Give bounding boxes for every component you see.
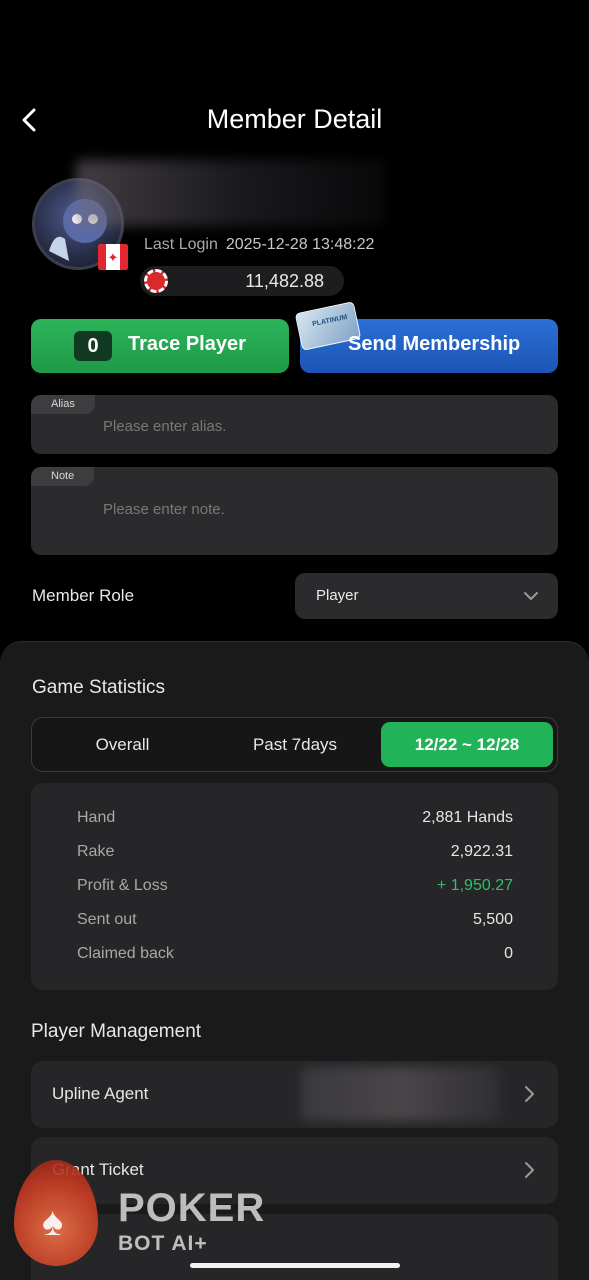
member-role-label: Member Role bbox=[32, 586, 135, 605]
note-input[interactable] bbox=[103, 501, 533, 541]
stat-value: 2,922.31 bbox=[450, 843, 513, 860]
member-role-row: Member Role Player bbox=[31, 573, 558, 619]
member-role-value: Player bbox=[316, 587, 359, 604]
stat-value: 2,881 Hands bbox=[422, 809, 513, 826]
alias-field: Alias bbox=[31, 395, 558, 454]
stat-row-claimed-back: Claimed back 0 bbox=[77, 945, 513, 967]
tab-date-range[interactable]: 12/22 ~ 12/28 bbox=[381, 722, 553, 767]
poker-chip-icon bbox=[144, 269, 168, 293]
trace-player-button[interactable]: 0 Trace Player bbox=[31, 319, 289, 373]
chevron-right-icon bbox=[525, 1162, 534, 1178]
stat-value: 5,500 bbox=[472, 911, 513, 928]
trace-player-label: Trace Player bbox=[128, 333, 246, 355]
send-membership-button[interactable]: Send Membership bbox=[294, 301, 558, 373]
note-field: Note bbox=[31, 467, 558, 555]
stat-label: Sent out bbox=[77, 911, 137, 928]
home-indicator[interactable] bbox=[190, 1263, 400, 1268]
upline-agent-item[interactable]: Upline Agent bbox=[31, 1061, 558, 1128]
trace-count-badge: 0 bbox=[74, 331, 112, 361]
profile-section: ✦ Last Login 2025-12-28 13:48:22 11,482.8… bbox=[0, 160, 589, 300]
page-title: Member Detail bbox=[206, 104, 383, 134]
last-login-value: 2025-12-28 13:48:22 bbox=[225, 236, 375, 253]
stat-row-rake: Rake 2,922.31 bbox=[77, 843, 513, 865]
game-statistics-title: Game Statistics bbox=[32, 677, 166, 698]
canada-flag-icon: ✦ bbox=[98, 244, 128, 270]
stat-row-hand: Hand 2,881 Hands bbox=[77, 809, 513, 831]
action-row: 0 Trace Player Send Membership bbox=[31, 301, 558, 373]
stats-tabs: Overall Past 7days 12/22 ~ 12/28 bbox=[31, 717, 558, 772]
balance-pill: 11,482.88 bbox=[140, 266, 344, 296]
stat-label: Hand bbox=[77, 809, 116, 826]
stat-row-sent-out: Sent out 5,500 bbox=[77, 911, 513, 933]
watermark-subtitle: BOT AI+ bbox=[118, 1232, 208, 1255]
stat-value: 0 bbox=[504, 945, 513, 962]
send-membership-label: Send Membership bbox=[348, 333, 521, 355]
member-role-select[interactable]: Player bbox=[295, 573, 558, 619]
stat-label: Profit & Loss bbox=[77, 877, 168, 894]
player-management-title: Player Management bbox=[31, 1021, 202, 1042]
tab-overall[interactable]: Overall bbox=[36, 722, 209, 767]
stats-card: Hand 2,881 Hands Rake 2,922.31 Profit & … bbox=[31, 783, 558, 990]
alias-input[interactable] bbox=[103, 415, 533, 437]
spade-icon: ♠ bbox=[42, 1200, 64, 1244]
chevron-down-icon bbox=[524, 592, 538, 600]
upline-agent-label: Upline Agent bbox=[52, 1084, 149, 1103]
header-bar: Member Detail bbox=[0, 96, 589, 144]
stat-row-profit-loss: Profit & Loss + 1,950.27 bbox=[77, 877, 513, 899]
tab-past-7days[interactable]: Past 7days bbox=[209, 722, 381, 767]
last-login: Last Login 2025-12-28 13:48:22 bbox=[144, 236, 374, 254]
note-tag: Note bbox=[31, 467, 95, 486]
alias-tag: Alias bbox=[31, 395, 95, 414]
upline-agent-redacted bbox=[301, 1067, 501, 1121]
stat-value: + 1,950.27 bbox=[436, 877, 513, 894]
username-redacted bbox=[76, 160, 386, 226]
chevron-right-icon bbox=[525, 1086, 534, 1102]
balance-value: 11,482.88 bbox=[245, 271, 324, 291]
stat-label: Rake bbox=[77, 843, 115, 860]
pokerbot-watermark: ♠ POKER BOT AI+ bbox=[14, 1160, 274, 1270]
watermark-title: POKER bbox=[118, 1186, 266, 1230]
last-login-label: Last Login bbox=[144, 236, 218, 253]
stat-label: Claimed back bbox=[77, 945, 174, 962]
